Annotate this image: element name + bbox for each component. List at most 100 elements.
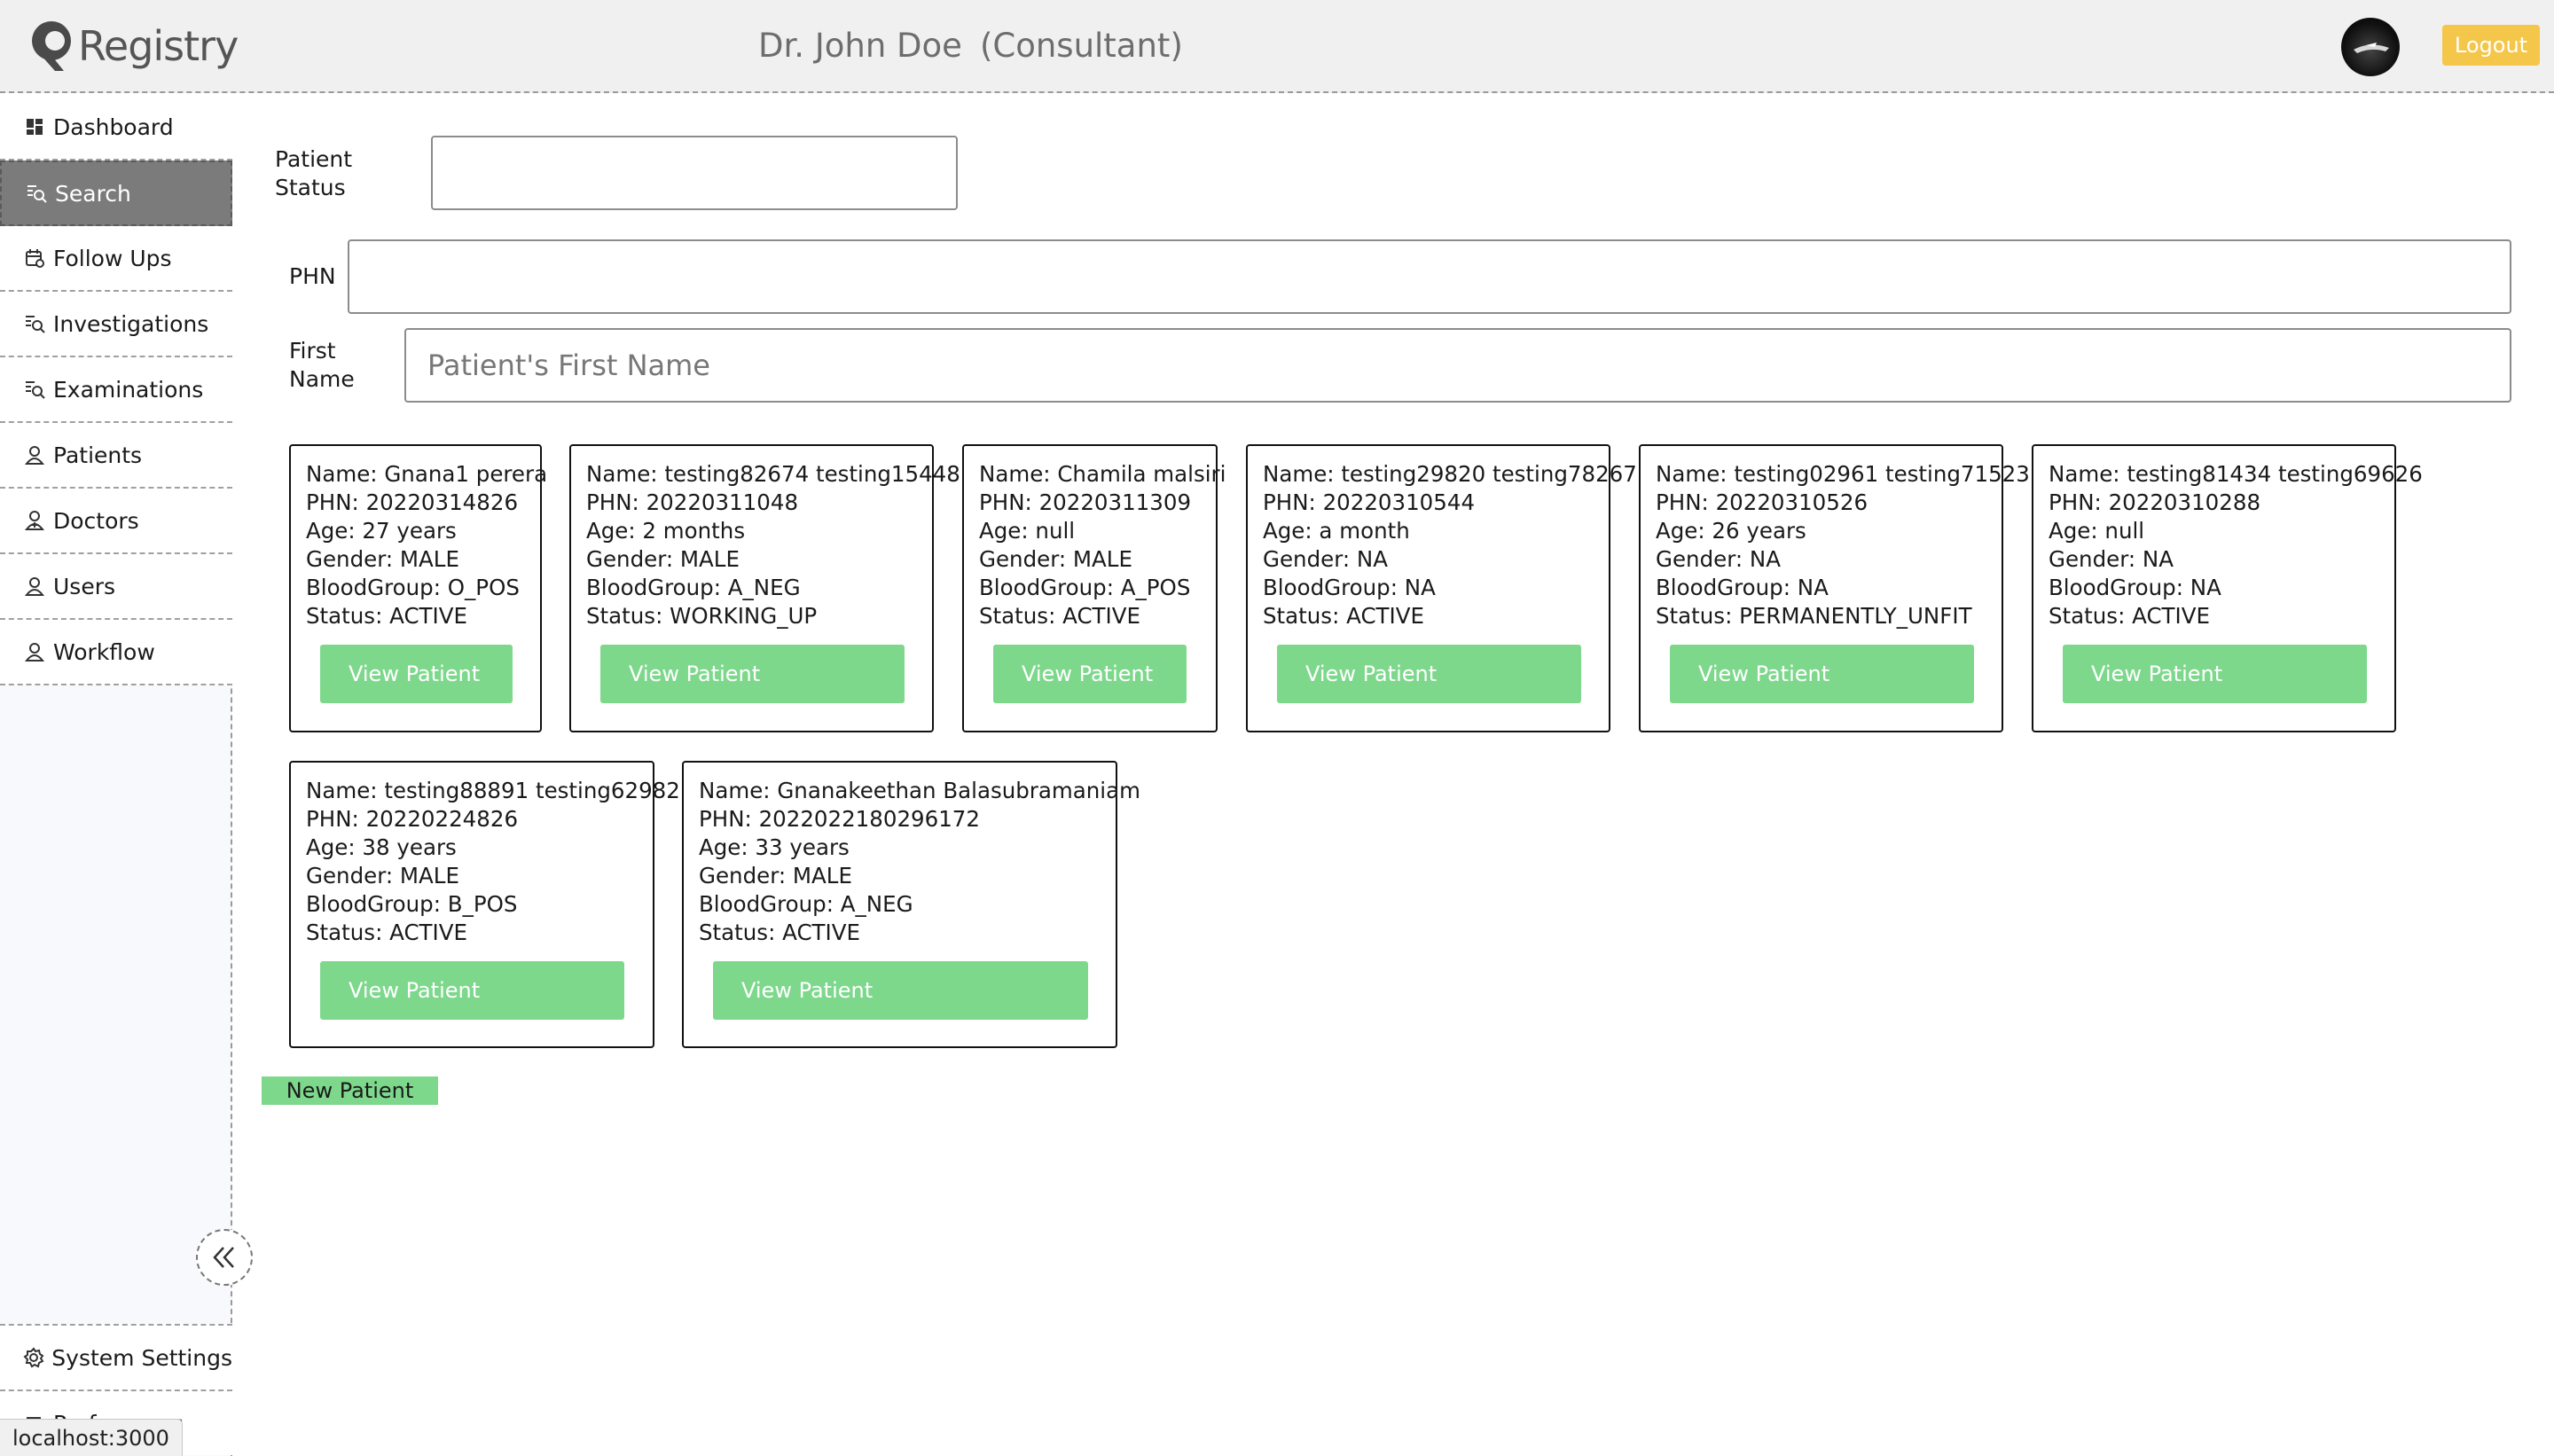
sidebar-item-follow-ups[interactable]: Follow Ups (0, 226, 232, 292)
patient-age: Age: 38 years (306, 834, 457, 860)
view-patient-button[interactable]: View Patient (993, 645, 1187, 703)
calendar-icon (23, 247, 46, 270)
sidebar-item-patients[interactable]: Patients (0, 423, 232, 489)
user-icon (23, 443, 46, 466)
doctor-name: Dr. John Doe (758, 27, 962, 65)
patient-status-field[interactable] (431, 136, 958, 210)
patient-bloodgroup: BloodGroup: A_POS (979, 575, 1191, 600)
sidebar-item-examinations[interactable]: Examinations (0, 357, 232, 423)
patient-name: Name: testing81434 testing69626 (2049, 461, 2423, 487)
patient-phn: PHN: 20220310526 (1656, 489, 1868, 515)
sidebar-item-search[interactable]: Search (0, 160, 232, 226)
patient-phn: PHN: 2022022180296172 (699, 806, 980, 832)
patient-phn: PHN: 20220310544 (1263, 489, 1476, 515)
view-patient-button[interactable]: View Patient (1277, 645, 1581, 703)
patient-name: Name: testing88891 testing62982 (306, 778, 680, 803)
avatar-image-icon (2354, 43, 2389, 53)
view-patient-button[interactable]: View Patient (713, 961, 1088, 1020)
patient-gender: Gender: NA (1656, 546, 1781, 572)
patient-name: Name: testing02961 testing71523 (1656, 461, 2030, 487)
patient-gender: Gender: MALE (306, 546, 459, 572)
sidebar-item-label: Investigations (53, 310, 209, 337)
patient-status-label: Patient Status (275, 146, 353, 200)
patient-phn: PHN: 20220224826 (306, 806, 519, 832)
view-patient-button[interactable]: View Patient (320, 645, 513, 703)
sidebar-item-label: Doctors (53, 507, 139, 534)
patient-status: Status: PERMANENTLY_UNFIT (1656, 603, 1972, 629)
sidebar-item-dashboard[interactable]: Dashboard (0, 95, 232, 160)
sidebar-item-label: Examinations (53, 376, 204, 403)
patient-age: Age: 26 years (1656, 518, 1806, 544)
sidebar-item-users[interactable]: Users (0, 554, 232, 620)
view-patient-button[interactable]: View Patient (320, 961, 624, 1020)
patient-gender: Gender: MALE (699, 863, 852, 888)
patient-status: Status: ACTIVE (306, 920, 467, 945)
dashboard-icon (23, 115, 46, 138)
patient-name: Name: testing82674 testing15448 (586, 461, 960, 487)
sidebar-item-workflow[interactable]: Workflow (0, 620, 232, 685)
patient-gender: Gender: MALE (306, 863, 459, 888)
patient-status: Status: ACTIVE (979, 603, 1140, 629)
patient-status: Status: ACTIVE (306, 603, 467, 629)
patient-age: Age: 2 months (586, 518, 746, 544)
patient-name: Name: Gnana1 perera (306, 461, 548, 487)
user-icon (23, 575, 46, 598)
doctor-icon (23, 509, 46, 532)
logo-mark-icon (32, 21, 71, 71)
patient-age: Age: null (979, 518, 1076, 544)
sidebar-item-label: Search (55, 180, 131, 207)
patient-name: Name: Chamila malsiri (979, 461, 1226, 487)
patient-bloodgroup: BloodGroup: O_POS (306, 575, 520, 600)
patient-card: Name: testing81434 testing69626 PHN: 202… (2032, 444, 2423, 732)
patient-bloodgroup: BloodGroup: NA (2049, 575, 2221, 600)
app-header: Registry Dr. John Doe (Consultant) Logout (0, 0, 2554, 93)
sidebar-item-doctors[interactable]: Doctors (0, 489, 232, 554)
patient-phn: PHN: 20220311309 (979, 489, 1192, 515)
logout-button[interactable]: Logout (2442, 25, 2540, 66)
patient-card: Name: Gnana1 perera PHN: 20220314826 Age… (289, 444, 548, 732)
patient-name: Name: testing29820 testing78267 (1263, 461, 1637, 487)
sidebar-item-investigations[interactable]: Investigations (0, 292, 232, 357)
doctor-role: (Consultant) (979, 27, 1183, 65)
collapse-sidebar-button[interactable] (196, 1229, 253, 1286)
view-patient-button[interactable]: View Patient (2063, 645, 2367, 703)
patient-phn: PHN: 20220311048 (586, 489, 799, 515)
new-patient-button[interactable]: New Patient (262, 1076, 438, 1105)
patient-status: Status: ACTIVE (1263, 603, 1424, 629)
patient-phn: PHN: 20220310288 (2049, 489, 2261, 515)
patient-phn: PHN: 20220314826 (306, 489, 519, 515)
gear-icon (23, 1346, 44, 1369)
sidebar-item-label: System Settings (51, 1344, 232, 1371)
search-list-icon (23, 378, 46, 401)
patient-age: Age: a month (1263, 518, 1410, 544)
patient-card: Name: Chamila malsiri PHN: 20220311309 A… (962, 444, 1226, 732)
view-patient-button[interactable]: View Patient (600, 645, 905, 703)
registry-logo[interactable]: Registry (28, 18, 239, 74)
patient-gender: Gender: MALE (979, 546, 1132, 572)
avatar[interactable] (2341, 18, 2400, 76)
patient-gender: Gender: MALE (586, 546, 740, 572)
view-patient-button[interactable]: View Patient (1670, 645, 1974, 703)
sidebar-item-system-settings[interactable]: System Settings (0, 1324, 232, 1389)
patient-age: Age: 27 years (306, 518, 457, 544)
patient-age: Age: 33 years (699, 834, 850, 860)
first-name-label: First Name (289, 338, 355, 392)
logo-text: Registry (78, 22, 239, 70)
patient-status: Status: ACTIVE (699, 920, 860, 945)
patient-gender: Gender: NA (1263, 546, 1388, 572)
phn-field[interactable] (348, 239, 2511, 314)
sidebar-item-label: Patients (53, 442, 143, 468)
patient-bloodgroup: BloodGroup: NA (1263, 575, 1436, 600)
user-icon (23, 640, 46, 663)
patient-gender: Gender: NA (2049, 546, 2174, 572)
phn-label: PHN (289, 263, 336, 289)
current-doctor: Dr. John Doe (Consultant) (758, 27, 1183, 65)
patient-card: Name: testing82674 testing15448 PHN: 202… (569, 444, 960, 732)
first-name-field[interactable] (404, 328, 2511, 403)
patient-status: Status: ACTIVE (2049, 603, 2210, 629)
sidebar-item-label: Workflow (53, 638, 155, 665)
patient-card: Name: testing02961 testing71523 PHN: 202… (1639, 444, 2030, 732)
sidebar-item-label: Dashboard (53, 114, 174, 140)
patient-name: Name: Gnanakeethan Balasubramaniam (699, 778, 1140, 803)
patient-bloodgroup: BloodGroup: A_NEG (586, 575, 801, 600)
